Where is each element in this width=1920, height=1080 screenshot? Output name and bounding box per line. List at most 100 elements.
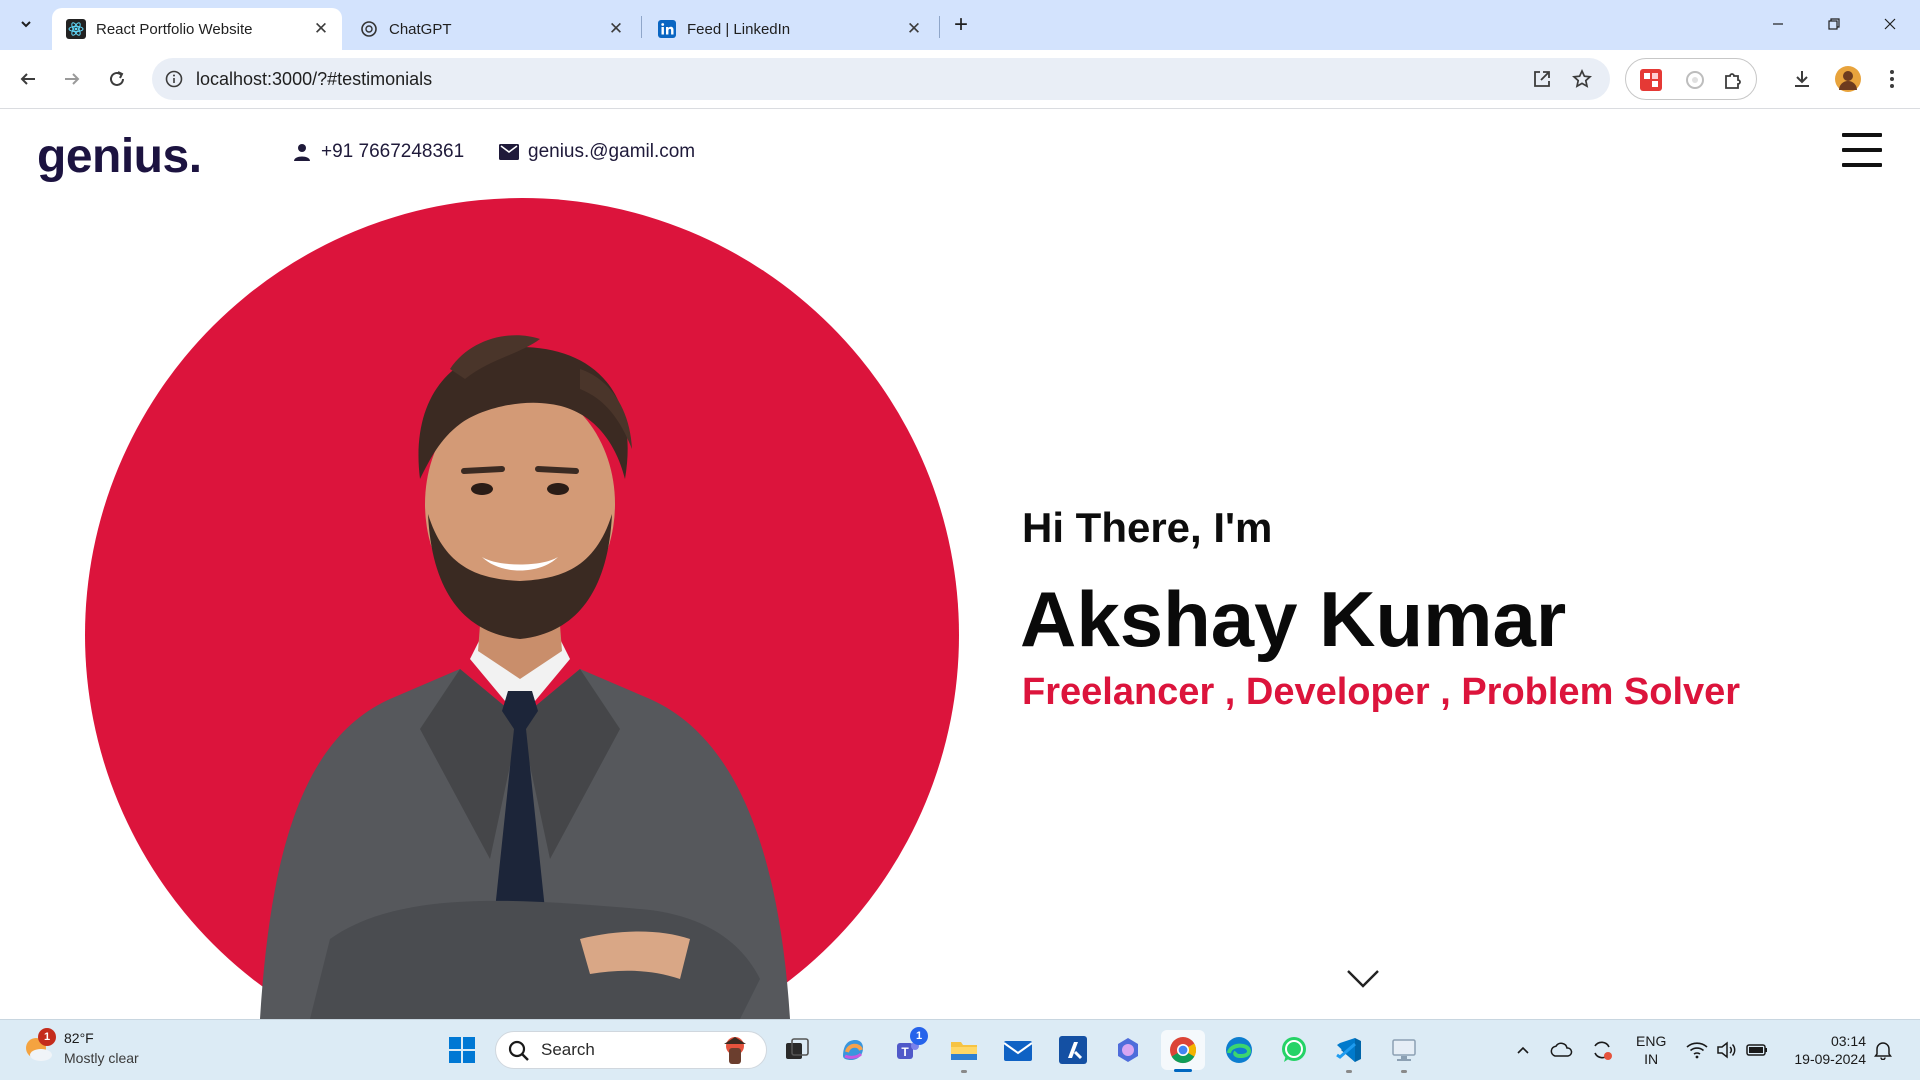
battery-icon — [1746, 1044, 1767, 1056]
language-code: ENG — [1636, 1033, 1667, 1049]
hero-name: Akshay Kumar — [1020, 575, 1567, 663]
edge-button[interactable] — [1222, 1033, 1256, 1067]
browser-menu-button[interactable] — [1876, 63, 1908, 95]
stack-app-button[interactable] — [1056, 1033, 1090, 1067]
mail-icon — [498, 141, 520, 163]
extension-loading-icon[interactable] — [1682, 67, 1708, 93]
hero-greeting: Hi There, I'm — [1022, 504, 1273, 551]
running-indicator — [1401, 1070, 1407, 1073]
whatsapp-button[interactable] — [1277, 1033, 1311, 1067]
vscode-button[interactable] — [1332, 1033, 1366, 1073]
restore-button[interactable] — [1806, 0, 1862, 48]
onedrive-button[interactable] — [1548, 1037, 1574, 1063]
copilot-icon — [843, 1040, 863, 1060]
close-icon[interactable]: ✕ — [605, 18, 627, 40]
restore-icon — [1828, 18, 1840, 30]
profile-avatar[interactable] — [1832, 63, 1864, 95]
minimize-button[interactable] — [1750, 0, 1806, 48]
forward-button[interactable] — [56, 63, 88, 95]
browser-tab-bar: React Portfolio Website ✕ ChatGPT ✕ Feed… — [0, 0, 1920, 50]
remote-desktop-button[interactable] — [1387, 1033, 1421, 1073]
weather-description[interactable]: Mostly clear — [64, 1050, 139, 1066]
search-icon — [508, 1040, 529, 1061]
hero-tagline: Freelancer , Developer , Problem Solver — [1022, 671, 1741, 713]
mail-app-button[interactable] — [1001, 1033, 1035, 1067]
notifications-button[interactable] — [1870, 1037, 1896, 1063]
tab-separator — [939, 16, 940, 38]
input-language-indicator[interactable]: ENG IN — [1636, 1032, 1666, 1068]
contact-phone[interactable]: +91 7667248361 — [291, 141, 464, 163]
hamburger-menu-button[interactable] — [1842, 133, 1882, 167]
minimize-icon — [1773, 23, 1783, 25]
tab-linkedin[interactable]: Feed | LinkedIn ✕ — [643, 8, 935, 50]
taskbar-search-box[interactable]: Search — [495, 1031, 767, 1069]
address-bar[interactable]: localhost:3000/?#testimonials — [152, 58, 1610, 100]
sync-button[interactable] — [1589, 1037, 1615, 1063]
reload-icon — [110, 71, 124, 86]
portfolio-page: genius. +91 7667248361 genius.@gamil.com — [0, 109, 1920, 1019]
contact-email[interactable]: genius.@gamil.com — [498, 141, 695, 163]
chevron-up-icon — [1517, 1046, 1529, 1054]
tab-chatgpt[interactable]: ChatGPT ✕ — [345, 8, 637, 50]
bell-icon — [1874, 1042, 1892, 1060]
downloads-button[interactable] — [1786, 63, 1818, 95]
running-indicator — [961, 1070, 967, 1073]
kebab-menu-icon — [1890, 70, 1894, 88]
wifi-icon — [1686, 1042, 1708, 1059]
bookmark-star-icon[interactable] — [1570, 67, 1594, 91]
close-icon[interactable]: ✕ — [310, 18, 332, 40]
email-address: genius.@gamil.com — [528, 141, 696, 162]
photos-icon — [1118, 1038, 1138, 1062]
search-highlight-icon — [724, 1037, 746, 1064]
linkedin-icon — [657, 19, 677, 39]
tab-title: Feed | LinkedIn — [687, 20, 791, 38]
copilot-button[interactable] — [836, 1033, 870, 1067]
hamburger-line — [1842, 148, 1882, 152]
monitor-icon — [1392, 1039, 1416, 1061]
new-tab-button[interactable]: + — [948, 11, 974, 38]
windows-taskbar: 1 82°F Mostly clear Search T 1 ENG IN 03… — [0, 1019, 1920, 1080]
teams-button[interactable]: T 1 — [890, 1027, 928, 1067]
tab-search-button[interactable] — [10, 8, 42, 40]
weather-widget[interactable]: 1 — [24, 1028, 56, 1064]
tab-title: ChatGPT — [389, 20, 452, 38]
clock-date: 19-09-2024 — [1794, 1051, 1866, 1067]
back-button[interactable] — [12, 63, 44, 95]
edge-icon — [1226, 1037, 1252, 1063]
tab-react-portfolio[interactable]: React Portfolio Website ✕ — [52, 8, 342, 50]
windows-logo-icon — [449, 1037, 475, 1063]
cloud-icon — [1550, 1042, 1573, 1057]
url-text[interactable]: localhost:3000/?#testimonials — [196, 58, 432, 100]
weather-badge: 1 — [38, 1028, 56, 1046]
volume-button[interactable] — [1714, 1037, 1740, 1063]
extension-red-icon[interactable] — [1638, 67, 1664, 93]
speaker-icon — [1717, 1041, 1736, 1059]
file-explorer-button[interactable] — [947, 1033, 981, 1073]
wifi-button[interactable] — [1684, 1037, 1710, 1063]
chrome-button[interactable] — [1161, 1030, 1205, 1072]
start-button[interactable] — [445, 1033, 479, 1067]
photos-app-button[interactable] — [1111, 1033, 1145, 1067]
puzzle-icon[interactable] — [1720, 67, 1746, 93]
app-s-icon — [1059, 1036, 1087, 1064]
open-in-app-icon[interactable] — [1530, 67, 1554, 91]
weather-temperature[interactable]: 82°F — [64, 1030, 94, 1046]
reload-button[interactable] — [101, 63, 133, 95]
task-view-button[interactable] — [780, 1033, 814, 1067]
hamburger-line — [1842, 133, 1882, 137]
site-logo[interactable]: genius. — [37, 129, 202, 184]
close-icon — [1884, 18, 1896, 30]
close-window-button[interactable] — [1862, 0, 1918, 48]
mail-app-icon — [1003, 1041, 1033, 1061]
hero-portrait-image — [260, 335, 790, 1019]
site-info-icon[interactable] — [162, 67, 186, 91]
person-icon — [291, 141, 313, 163]
battery-button[interactable] — [1744, 1037, 1770, 1063]
system-clock[interactable]: 03:14 19-09-2024 — [1786, 1032, 1866, 1068]
browser-toolbar: localhost:3000/?#testimonials — [0, 50, 1920, 109]
show-hidden-icons-button[interactable] — [1510, 1037, 1536, 1063]
chevron-down-icon[interactable] — [1346, 969, 1380, 989]
close-icon[interactable]: ✕ — [903, 18, 925, 40]
arrow-right-icon — [65, 73, 80, 85]
search-placeholder: Search — [541, 1040, 595, 1059]
